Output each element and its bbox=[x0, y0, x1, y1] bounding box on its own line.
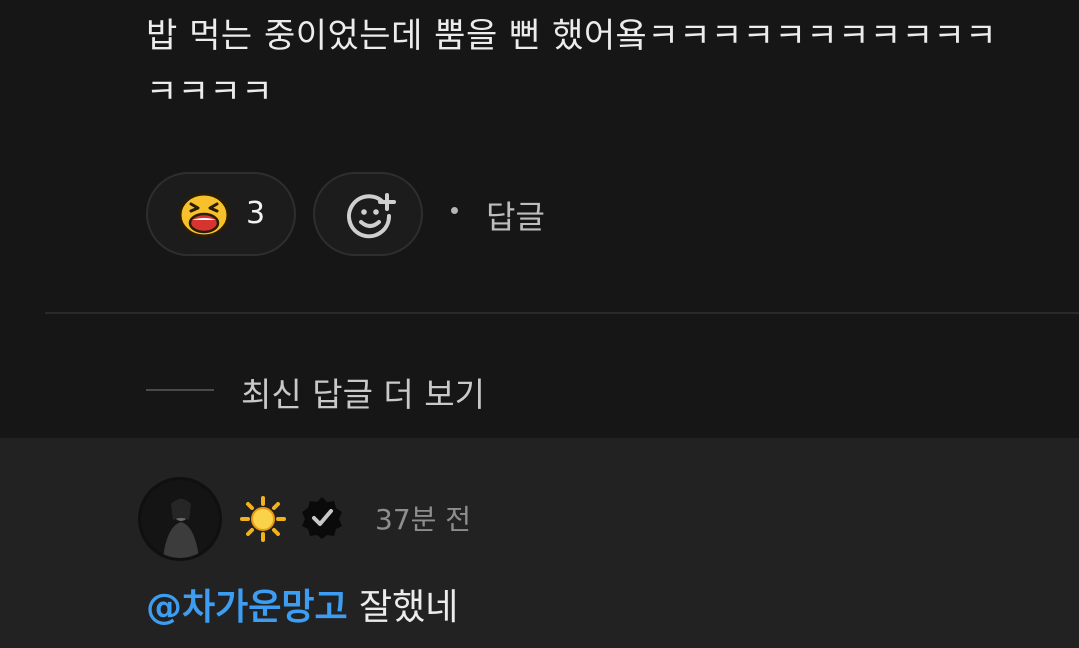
laughing-face-icon bbox=[178, 192, 230, 238]
divider bbox=[45, 312, 1079, 314]
sun-icon bbox=[240, 496, 286, 542]
reaction-button[interactable]: 3 bbox=[146, 172, 296, 256]
add-reaction-button[interactable] bbox=[313, 172, 423, 256]
verified-icon bbox=[302, 497, 342, 539]
reply-timestamp: 37분 전 bbox=[375, 503, 472, 536]
mention-link[interactable]: @차가운망고 bbox=[146, 587, 348, 628]
reply-button[interactable]: 답글 bbox=[486, 192, 545, 238]
comment-section: 밥 먹는 중이었는데 뿜을 뻔 했어욬ㅋㅋㅋㅋㅋㅋㅋㅋㅋㅋㅋㅋㅋㅋㅋ 3 답글 … bbox=[0, 0, 1079, 438]
reply-text: @차가운망고 잘했네 bbox=[146, 578, 458, 630]
avatar[interactable] bbox=[138, 477, 222, 561]
reaction-count: 3 bbox=[246, 196, 266, 231]
separator-dot bbox=[451, 207, 458, 214]
comment-text: 밥 먹는 중이었는데 뿜을 뻔 했어욬ㅋㅋㅋㅋㅋㅋㅋㅋㅋㅋㅋㅋㅋㅋㅋ bbox=[146, 16, 998, 112]
add-emoji-icon bbox=[347, 193, 396, 239]
user-avatar bbox=[141, 480, 219, 558]
more-replies-line bbox=[146, 389, 214, 391]
more-replies-button[interactable]: 최신 답글 더 보기 bbox=[241, 368, 485, 416]
reply-body: 잘했네 bbox=[347, 587, 459, 628]
